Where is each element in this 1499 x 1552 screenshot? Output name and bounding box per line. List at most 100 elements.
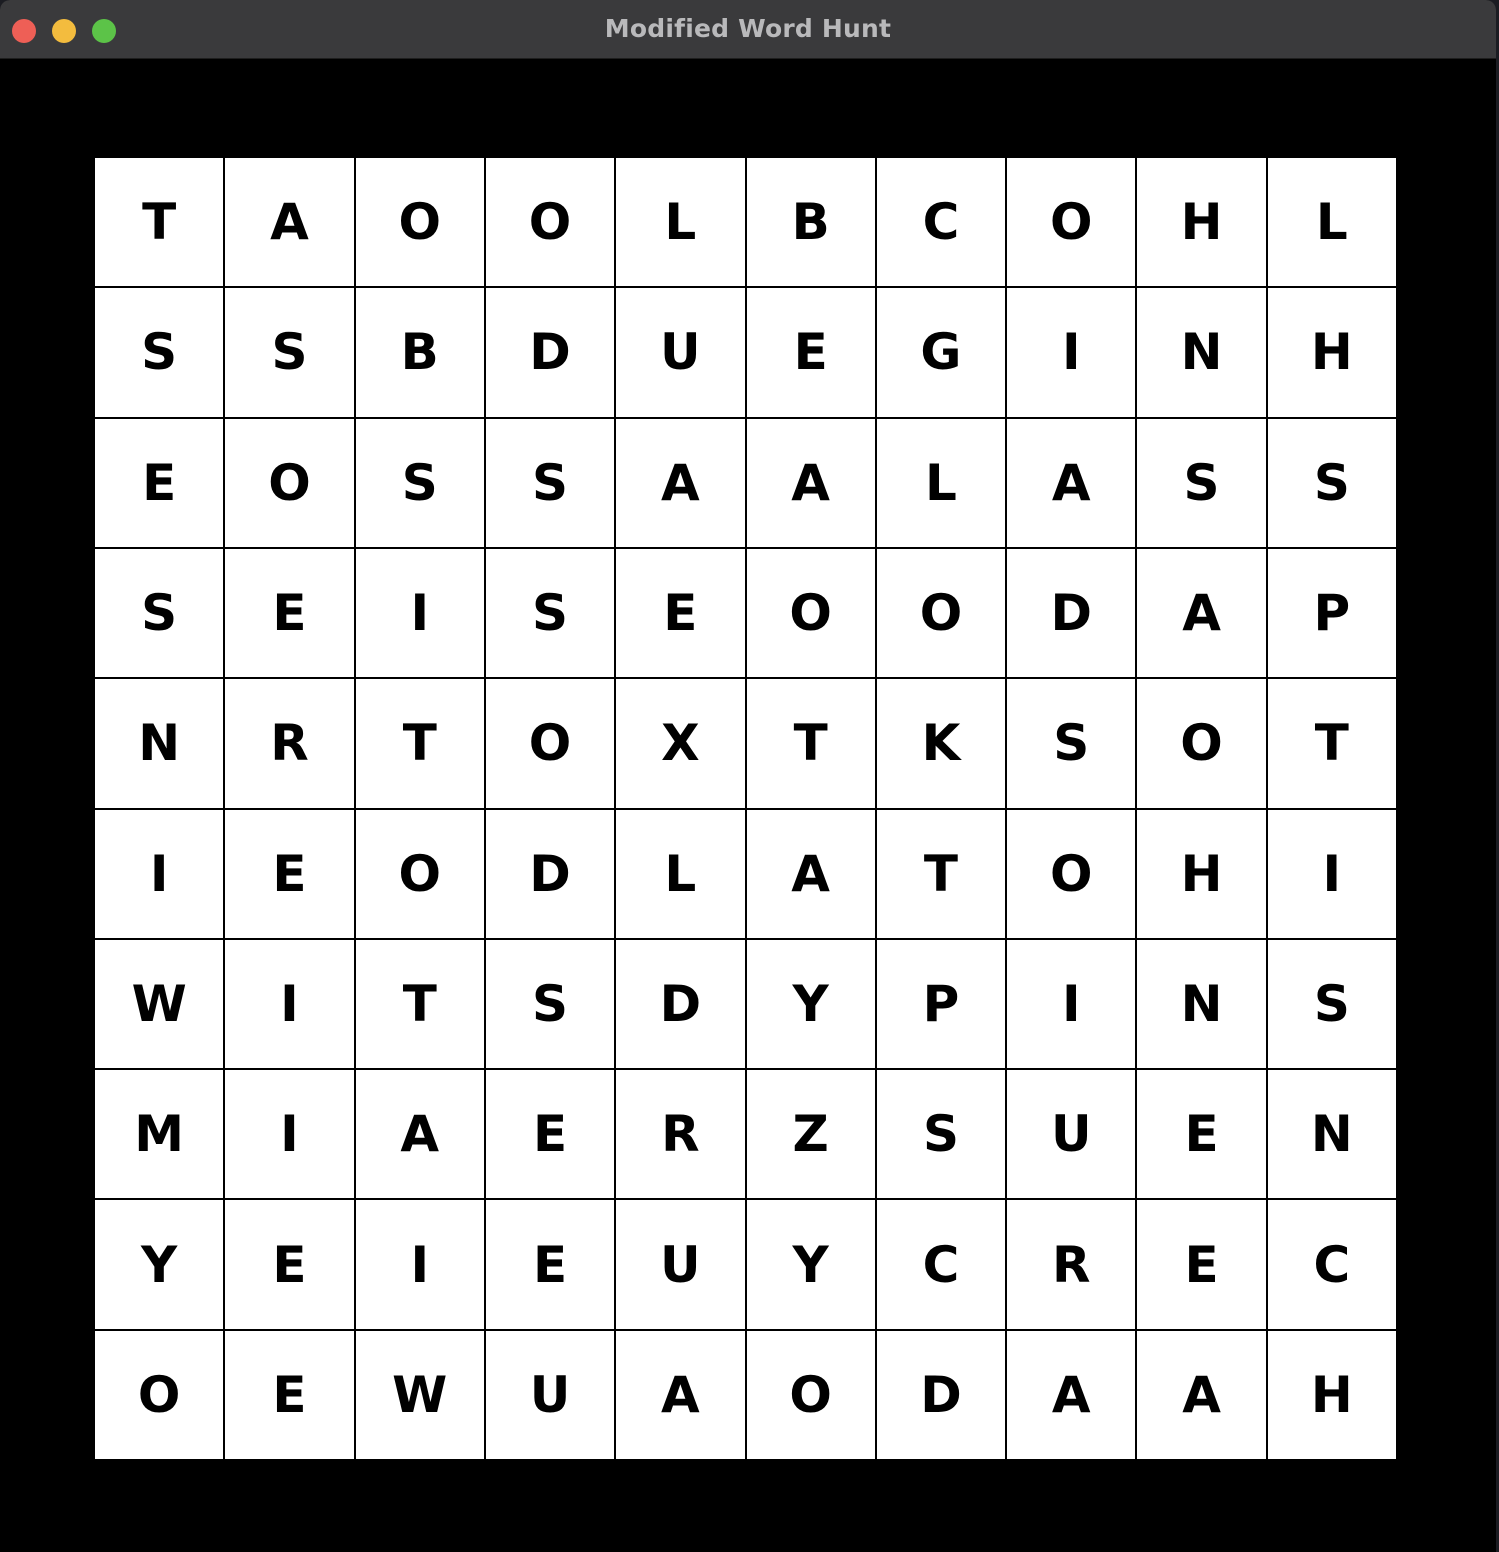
- letter-tile[interactable]: W: [355, 1330, 484, 1459]
- letter-tile[interactable]: M: [95, 1070, 224, 1199]
- letter-tile[interactable]: S: [485, 418, 615, 547]
- letter-tile[interactable]: O: [1007, 158, 1136, 287]
- letter-tile[interactable]: S: [485, 939, 615, 1069]
- letter-tile[interactable]: K: [876, 679, 1006, 808]
- letter-tile[interactable]: S: [225, 288, 354, 417]
- letter-tile[interactable]: N: [95, 679, 224, 808]
- letter-tile[interactable]: E: [225, 809, 354, 938]
- letter-tile[interactable]: R: [616, 1070, 745, 1199]
- letter-tile[interactable]: R: [225, 679, 354, 808]
- letter-tile[interactable]: E: [225, 1330, 354, 1459]
- letter-tile[interactable]: O: [746, 1330, 875, 1459]
- letter-tile[interactable]: D: [876, 1330, 1006, 1459]
- letter-tile[interactable]: H: [1137, 809, 1266, 938]
- letter-tile[interactable]: L: [1267, 158, 1396, 287]
- letter-tile[interactable]: G: [876, 288, 1006, 417]
- title-bar[interactable]: Modified Word Hunt: [0, 0, 1496, 59]
- letter-tile[interactable]: H: [1267, 288, 1396, 417]
- letter-tile[interactable]: I: [355, 1200, 484, 1329]
- letter-tile[interactable]: P: [876, 939, 1006, 1069]
- letter-tile[interactable]: T: [876, 809, 1006, 938]
- letter-tile[interactable]: B: [355, 288, 484, 417]
- letter-tile[interactable]: H: [1267, 1330, 1396, 1459]
- letter-tile[interactable]: H: [1137, 158, 1266, 287]
- letter-tile[interactable]: O: [876, 548, 1006, 678]
- letter-tile[interactable]: C: [876, 1200, 1006, 1329]
- letter-tile[interactable]: E: [485, 1070, 615, 1199]
- letter-tile[interactable]: E: [95, 418, 224, 547]
- letter-tile[interactable]: T: [355, 939, 484, 1069]
- letter-tile[interactable]: O: [485, 158, 615, 287]
- letter-tile[interactable]: A: [355, 1070, 484, 1199]
- letter-tile[interactable]: Y: [746, 939, 875, 1069]
- letter-tile[interactable]: A: [616, 1330, 745, 1459]
- letter-tile[interactable]: L: [616, 809, 745, 938]
- letter-tile[interactable]: L: [616, 158, 745, 287]
- letter-tile[interactable]: O: [95, 1330, 224, 1459]
- letter-tile[interactable]: T: [746, 679, 875, 808]
- letter-tile[interactable]: U: [1007, 1070, 1136, 1199]
- letter-tile[interactable]: S: [1007, 679, 1136, 808]
- letter-tile[interactable]: S: [95, 288, 224, 417]
- letter-tile[interactable]: A: [1007, 1330, 1136, 1459]
- letter-tile[interactable]: E: [225, 1200, 354, 1329]
- letter-tile[interactable]: A: [1137, 548, 1266, 678]
- letter-tile[interactable]: U: [616, 288, 745, 417]
- letter-tile[interactable]: S: [355, 418, 484, 547]
- letter-tile[interactable]: I: [95, 809, 224, 938]
- letter-tile[interactable]: I: [1007, 939, 1136, 1069]
- letter-tile[interactable]: I: [1267, 809, 1396, 938]
- letter-tile[interactable]: U: [616, 1200, 745, 1329]
- letter-tile[interactable]: I: [1007, 288, 1136, 417]
- letter-tile[interactable]: X: [616, 679, 745, 808]
- letter-tile[interactable]: S: [95, 548, 224, 678]
- letter-tile[interactable]: E: [1137, 1200, 1266, 1329]
- letter-tile[interactable]: D: [1007, 548, 1136, 678]
- letter-tile[interactable]: I: [355, 548, 484, 678]
- letter-tile[interactable]: N: [1137, 939, 1266, 1069]
- letter-tile[interactable]: O: [1007, 809, 1136, 938]
- letter-tile[interactable]: N: [1267, 1070, 1396, 1199]
- letter-tile[interactable]: O: [485, 679, 615, 808]
- letter-tile[interactable]: D: [616, 939, 745, 1069]
- letter-tile[interactable]: S: [1267, 418, 1396, 547]
- letter-tile[interactable]: I: [225, 939, 354, 1069]
- letter-tile[interactable]: E: [485, 1200, 615, 1329]
- letter-tile[interactable]: A: [1007, 418, 1136, 547]
- letter-tile[interactable]: B: [746, 158, 875, 287]
- letter-tile[interactable]: W: [95, 939, 224, 1069]
- letter-tile[interactable]: O: [355, 809, 484, 938]
- letter-tile[interactable]: R: [1007, 1200, 1136, 1329]
- letter-tile[interactable]: S: [485, 548, 615, 678]
- letter-tile[interactable]: I: [225, 1070, 354, 1199]
- letter-tile[interactable]: Z: [746, 1070, 875, 1199]
- letter-tile[interactable]: E: [1137, 1070, 1266, 1199]
- letter-tile[interactable]: T: [355, 679, 484, 808]
- letter-tile[interactable]: Y: [746, 1200, 875, 1329]
- letter-tile[interactable]: T: [95, 158, 224, 287]
- letter-tile[interactable]: Y: [95, 1200, 224, 1329]
- letter-tile[interactable]: O: [355, 158, 484, 287]
- letter-tile[interactable]: E: [225, 548, 354, 678]
- letter-tile[interactable]: C: [1267, 1200, 1396, 1329]
- letter-tile[interactable]: E: [616, 548, 745, 678]
- letter-tile[interactable]: E: [746, 288, 875, 417]
- letter-tile[interactable]: P: [1267, 548, 1396, 678]
- letter-tile[interactable]: T: [1267, 679, 1396, 808]
- letter-tile[interactable]: A: [616, 418, 745, 547]
- letter-tile[interactable]: S: [876, 1070, 1006, 1199]
- letter-tile[interactable]: C: [876, 158, 1006, 287]
- letter-tile[interactable]: A: [746, 809, 875, 938]
- letter-tile[interactable]: A: [1137, 1330, 1266, 1459]
- letter-tile[interactable]: O: [746, 548, 875, 678]
- letter-tile[interactable]: N: [1137, 288, 1266, 417]
- letter-tile[interactable]: D: [485, 288, 615, 417]
- letter-tile[interactable]: S: [1267, 939, 1396, 1069]
- letter-tile[interactable]: U: [485, 1330, 615, 1459]
- letter-tile[interactable]: L: [876, 418, 1006, 547]
- letter-tile[interactable]: A: [225, 158, 354, 287]
- letter-tile[interactable]: O: [1137, 679, 1266, 808]
- letter-tile[interactable]: O: [225, 418, 354, 547]
- letter-tile[interactable]: S: [1137, 418, 1266, 547]
- letter-tile[interactable]: A: [746, 418, 875, 547]
